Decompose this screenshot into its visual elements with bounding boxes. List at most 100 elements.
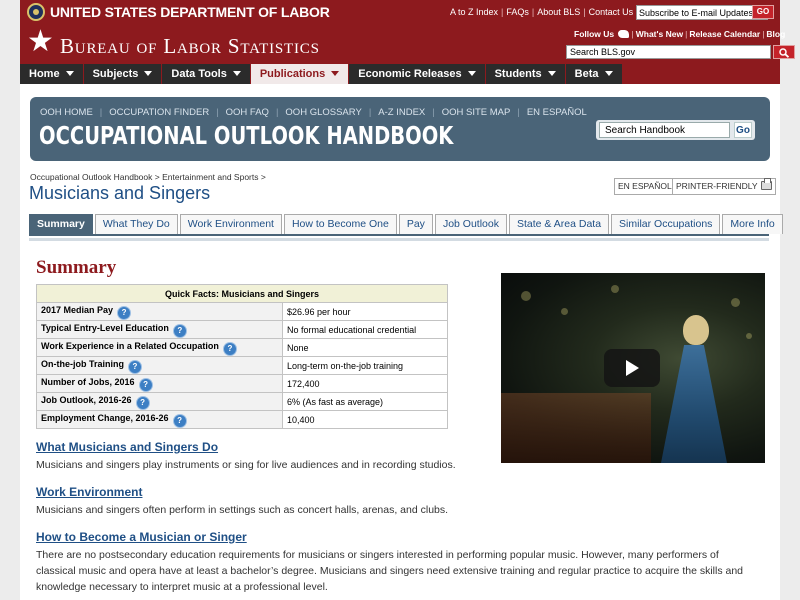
quick-facts-table: Quick Facts: Musicians and Singers 2017 … — [36, 284, 448, 429]
breadcrumb-ooh[interactable]: Occupational Outlook Handbook — [30, 172, 152, 182]
breadcrumb-separator: > — [260, 172, 266, 182]
tab-pay[interactable]: Pay — [398, 214, 433, 234]
video-bokeh — [611, 285, 619, 293]
table-row: Employment Change, 2016-26? 10,400 — [36, 410, 448, 429]
table-row: Job Outlook, 2016-26? 6% (As fast as aver… — [36, 392, 448, 411]
fact-label: Employment Change, 2016-26 — [41, 412, 169, 423]
tab-more-info[interactable]: More Info — [722, 214, 783, 234]
email-go-button[interactable]: GO — [752, 5, 774, 19]
email-subscribe-input[interactable]: Subscribe to E-mail Updates — [636, 5, 768, 20]
help-icon[interactable]: ? — [173, 414, 186, 427]
what-they-do-text: Musicians and singers play instruments o… — [36, 459, 456, 471]
fact-value: Long-term on-the-job training — [282, 356, 448, 375]
handbook-go-button[interactable]: Go — [734, 122, 752, 138]
blog-link[interactable]: Blog — [766, 29, 785, 39]
video-player[interactable] — [501, 273, 765, 463]
what-they-do-link[interactable]: What Musicians and Singers Do — [36, 440, 218, 454]
ooh-title[interactable]: OCCUPATIONAL OUTLOOK HANDBOOK — [39, 121, 453, 150]
handbook-search-input[interactable]: Search Handbook — [599, 122, 730, 138]
table-row: 2017 Median Pay? $26.96 per hour — [36, 302, 448, 321]
ooh-home-link[interactable]: OOH HOME — [40, 107, 93, 118]
help-icon[interactable]: ? — [173, 324, 186, 337]
tab-summary[interactable]: Summary — [29, 214, 93, 234]
link-a-to-z[interactable]: A to Z Index — [450, 7, 498, 17]
table-row: Typical Entry-Level Education? No formal … — [36, 320, 448, 339]
ooh-site-map-link[interactable]: OOH SITE MAP — [442, 107, 511, 118]
breadcrumb: Occupational Outlook Handbook > Entertai… — [30, 172, 266, 182]
nav-publications[interactable]: Publications — [250, 64, 349, 84]
tab-job-outlook[interactable]: Job Outlook — [434, 214, 507, 234]
release-calendar-link[interactable]: Release Calendar — [689, 29, 760, 39]
en-espanol-button[interactable]: EN ESPAÑOL — [614, 178, 676, 195]
help-icon[interactable]: ? — [223, 342, 236, 355]
breadcrumb-separator: > — [154, 172, 160, 182]
table-row: Number of Jobs, 2016? 172,400 — [36, 374, 448, 393]
a-z-index-link[interactable]: A-Z INDEX — [378, 107, 425, 118]
printer-icon — [760, 178, 772, 190]
table-row: Work Experience in a Related Occupation?… — [36, 338, 448, 357]
breadcrumb-entertainment[interactable]: Entertainment and Sports — [162, 172, 258, 182]
nav-economic-releases[interactable]: Economic Releases — [349, 64, 485, 84]
tab-divider — [29, 238, 769, 241]
summary-heading: Summary — [36, 257, 117, 278]
link-contact-us[interactable]: Contact Us — [589, 7, 634, 17]
link-faqs[interactable]: FAQs — [506, 7, 529, 17]
fact-label: Number of Jobs, 2016 — [41, 376, 135, 387]
video-orchestra — [501, 393, 651, 463]
ooh-banner: OOH HOME | OCCUPATION FINDER | OOH FAQ | OO… — [30, 97, 770, 161]
video-bokeh — [746, 333, 752, 339]
twitter-icon[interactable] — [617, 30, 629, 38]
whats-new-link[interactable]: What's New — [636, 29, 683, 39]
ooh-glossary-link[interactable]: OOH GLOSSARY — [285, 107, 361, 118]
tab-what-they-do[interactable]: What They Do — [94, 214, 178, 234]
chevron-down-icon — [144, 71, 153, 76]
dol-seal-icon[interactable] — [27, 3, 45, 21]
bls-title[interactable]: Bureau of Labor Statistics — [60, 34, 320, 59]
play-icon[interactable] — [604, 349, 660, 387]
fact-label: Job Outlook, 2016-26 — [41, 394, 132, 405]
bls-search-button[interactable] — [773, 45, 795, 59]
nav-data-tools[interactable]: Data Tools — [162, 64, 250, 84]
how-to-become-link[interactable]: How to Become a Musician or Singer — [36, 530, 247, 544]
main-content: OOH HOME | OCCUPATION FINDER | OOH FAQ | OO… — [20, 84, 783, 600]
how-to-become-text: There are no postsecondary education req… — [36, 549, 744, 593]
video-bokeh — [731, 298, 740, 307]
fact-label: Typical Entry-Level Education — [41, 322, 169, 333]
tab-work-environment[interactable]: Work Environment — [179, 214, 282, 234]
tab-how-to-become-one[interactable]: How to Become One — [283, 214, 397, 234]
help-icon[interactable]: ? — [136, 396, 149, 409]
chevron-down-icon — [467, 71, 476, 76]
nav-subjects[interactable]: Subjects — [83, 64, 162, 84]
occupation-finder-link[interactable]: OCCUPATION FINDER — [109, 107, 209, 118]
chevron-down-icon — [232, 71, 241, 76]
tab-state-area-data[interactable]: State & Area Data — [508, 214, 610, 234]
nav-beta[interactable]: Beta — [565, 64, 622, 84]
help-icon[interactable]: ? — [139, 378, 152, 391]
follow-us-link[interactable]: Follow Us — [574, 29, 614, 39]
video-singer-dress — [661, 345, 727, 463]
chevron-down-icon — [547, 71, 556, 76]
printer-friendly-label: PRINTER-FRIENDLY — [676, 181, 758, 191]
en-espanol-link[interactable]: EN ESPAÑOL — [527, 107, 587, 118]
follow-row: Follow Us | What's New | Release Calendar | B… — [574, 29, 786, 39]
nav-home[interactable]: Home — [20, 64, 83, 84]
ooh-faq-link[interactable]: OOH FAQ — [226, 107, 269, 118]
help-icon[interactable]: ? — [129, 360, 141, 373]
bls-search-input[interactable]: Search BLS.gov — [566, 45, 771, 59]
page-title: Musicians and Singers — [29, 183, 211, 203]
fact-value: None — [282, 338, 448, 357]
printer-friendly-button[interactable]: PRINTER-FRIENDLY — [672, 178, 776, 195]
work-environment-link[interactable]: Work Environment — [36, 485, 142, 499]
help-icon[interactable]: ? — [118, 306, 131, 319]
chevron-down-icon — [604, 71, 613, 76]
dol-title[interactable]: UNITED STATES DEPARTMENT OF LABOR — [50, 4, 330, 20]
tab-similar-occupations[interactable]: Similar Occupations — [611, 214, 721, 234]
nav-students[interactable]: Students — [485, 64, 565, 84]
link-about-bls[interactable]: About BLS — [537, 7, 580, 17]
work-environment-text: Musicians and singers often perform in s… — [36, 504, 449, 516]
video-singer-head — [683, 315, 709, 345]
fact-label: Work Experience in a Related Occupation — [41, 340, 219, 351]
bls-star-icon[interactable]: ★ — [27, 27, 54, 57]
table-row: On-the-job Training? Long-term on-the-job… — [36, 356, 448, 375]
video-bokeh — [561, 308, 568, 315]
